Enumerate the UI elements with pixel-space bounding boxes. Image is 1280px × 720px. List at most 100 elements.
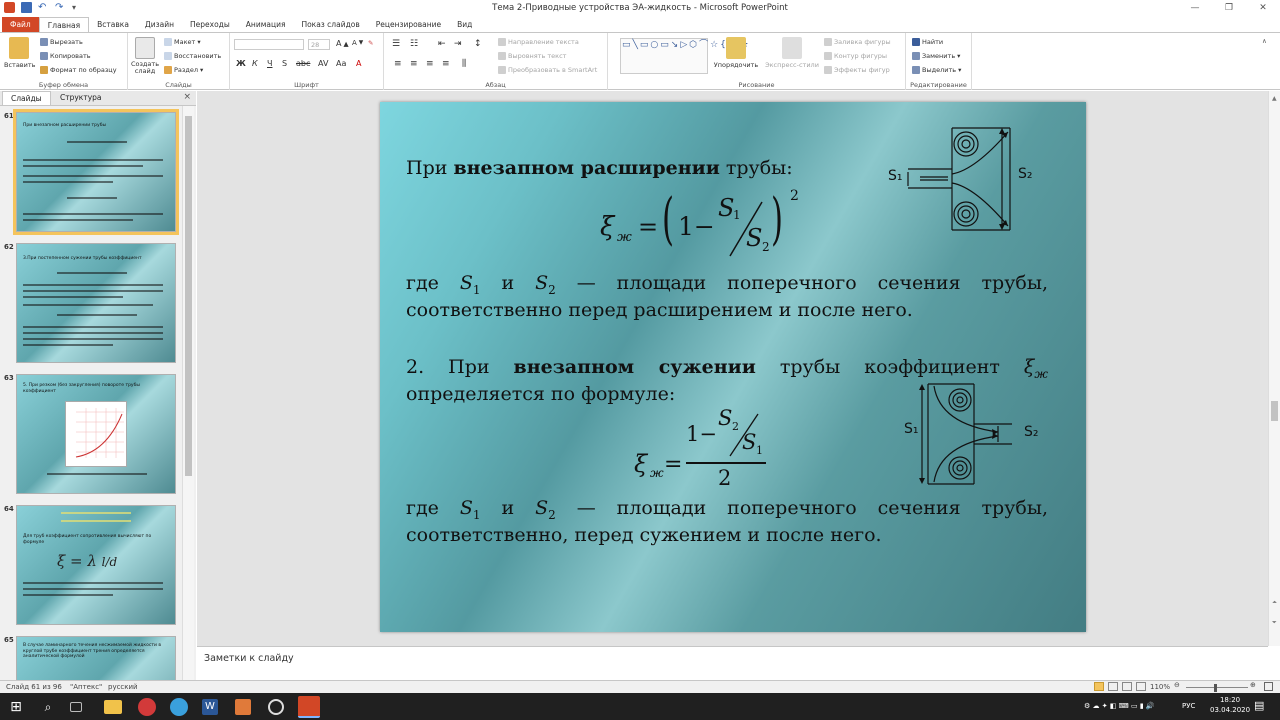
tab-file[interactable]: Файл (2, 17, 39, 32)
format-painter-button[interactable]: Формат по образцу (40, 66, 117, 74)
tab-transitions[interactable]: Переходы (182, 17, 238, 32)
shape-effects-button[interactable]: Эффекты фигур (824, 66, 890, 74)
reading-view-icon[interactable] (1122, 682, 1132, 691)
tab-outline-panel[interactable]: Структура (52, 91, 110, 105)
zoom-level[interactable]: 110% (1150, 683, 1170, 691)
justify-icon[interactable]: ≡ (442, 59, 450, 69)
notes-pane[interactable]: Заметки к слайду (197, 646, 1268, 677)
word-icon[interactable]: W (202, 699, 218, 715)
tab-animation[interactable]: Анимация (238, 17, 294, 32)
tab-slideshow[interactable]: Показ слайдов (293, 17, 367, 32)
zoom-in-icon[interactable]: ⊕ (1250, 681, 1256, 689)
align-left-icon[interactable]: ≡ (394, 59, 402, 69)
zoom-slider-handle[interactable] (1214, 684, 1217, 692)
numbering-icon[interactable]: ☷ (410, 39, 418, 49)
paste-button[interactable]: Вставить (4, 37, 35, 69)
minimize-icon[interactable]: — (1178, 0, 1212, 17)
tab-design[interactable]: Дизайн (137, 17, 182, 32)
slide-sorter-icon[interactable] (1108, 682, 1118, 691)
grow-font-icon[interactable]: A ▲ (336, 39, 349, 48)
browser-icon[interactable] (170, 698, 188, 716)
notification-icon[interactable]: ▤ (1254, 699, 1264, 712)
collapse-ribbon-icon[interactable]: ∧ (1262, 37, 1267, 45)
vivaldi-browser-icon[interactable] (138, 698, 156, 716)
task-view-icon[interactable] (70, 702, 82, 712)
slide-thumbnail[interactable]: При внезапном расширении трубы (13, 109, 179, 235)
slides-panel: 61 При внезапном расширении трубы 62 3.П… (0, 106, 196, 680)
obs-icon[interactable] (268, 699, 284, 715)
shrink-font-icon[interactable]: A ▼ (352, 39, 363, 47)
char-spacing-icon[interactable]: AV (318, 59, 328, 68)
underline-icon[interactable]: Ч (267, 59, 272, 68)
align-text-button[interactable]: Выровнять текст (498, 52, 566, 60)
change-case-icon[interactable]: Aa (336, 59, 346, 68)
slides-panel-scrollbar[interactable] (182, 106, 194, 680)
language-indicator[interactable]: русский (108, 683, 138, 691)
tab-review[interactable]: Рецензирование (368, 17, 449, 32)
shape-outline-button[interactable]: Контур фигуры (824, 52, 887, 60)
scrollbar-thumb[interactable] (185, 116, 192, 476)
tab-home[interactable]: Главная (38, 17, 90, 32)
find-button[interactable]: Найти (912, 38, 943, 46)
quick-styles-button[interactable]: Экспресс-стили (764, 37, 820, 69)
prev-slide-icon[interactable]: ⏶ (1272, 599, 1277, 607)
close-panel-icon[interactable]: × (183, 92, 191, 102)
shapes-gallery[interactable]: ▭╲▭○▭↘▷⬡⌒☆{ }★ (620, 38, 749, 74)
scroll-up-icon[interactable]: ▲ (1272, 95, 1277, 102)
bullets-icon[interactable]: ☰ (392, 39, 400, 49)
fit-slide-icon[interactable] (1264, 682, 1273, 691)
layout-button[interactable]: Макет ▾ (164, 38, 201, 46)
clock[interactable]: 18:20 03.04.2020 (1210, 696, 1250, 714)
powerpoint-taskbar-icon[interactable] (298, 696, 320, 718)
new-slide-button[interactable]: Создать слайд (130, 37, 160, 75)
tab-view[interactable]: Вид (449, 17, 480, 32)
italic-icon[interactable]: К (252, 59, 258, 68)
brush-icon (40, 66, 48, 74)
line-spacing-icon[interactable]: ↕ (474, 39, 482, 49)
decrease-indent-icon[interactable]: ⇤ (438, 39, 446, 49)
arrange-button[interactable]: Упорядочить (712, 37, 760, 69)
slide-canvas[interactable]: При внезапном расширении трубы: ξ ж = ( … (380, 102, 1086, 632)
keyboard-language[interactable]: РУС (1182, 702, 1195, 710)
restore-icon[interactable]: ❐ (1212, 0, 1246, 17)
replace-button[interactable]: Заменить ▾ (912, 52, 960, 60)
font-name-select[interactable] (234, 39, 304, 50)
zoom-out-icon[interactable]: ⊖ (1174, 681, 1180, 689)
slide-thumbnail[interactable]: 3.При постепенном сужении трубы коэффици… (16, 243, 176, 363)
slide-thumbnail[interactable]: Для труб коэффициент сопротивления вычис… (16, 505, 176, 625)
slide-thumbnail[interactable]: В случае ламинарного течения несжимаемой… (16, 636, 176, 680)
align-center-icon[interactable]: ≡ (410, 59, 418, 69)
close-icon[interactable]: ✕ (1246, 0, 1280, 17)
select-button[interactable]: Выделить ▾ (912, 66, 961, 74)
next-slide-icon[interactable]: ⏷ (1272, 619, 1277, 627)
font-size-select[interactable]: 28 (308, 39, 330, 50)
section-button[interactable]: Раздел ▾ (164, 66, 203, 74)
slide-thumbnail[interactable]: 5. При резком (без закругления) повороте… (16, 374, 176, 494)
strikethrough-icon[interactable]: abc (296, 59, 310, 68)
shadow-icon[interactable]: S (282, 59, 287, 68)
bold-icon[interactable]: Ж (236, 59, 246, 68)
font-color-icon[interactable]: A (356, 59, 361, 68)
scrollbar-thumb[interactable] (1271, 401, 1278, 421)
text-direction-button[interactable]: Направление текста (498, 38, 579, 46)
slideshow-view-icon[interactable] (1136, 682, 1146, 691)
copy-button[interactable]: Копировать (40, 52, 91, 60)
slide-editor-scrollbar[interactable]: ▲ ⏶ ⏷ (1268, 91, 1280, 646)
tab-slides-panel[interactable]: Слайды (2, 91, 51, 105)
normal-view-icon[interactable] (1094, 682, 1104, 691)
file-explorer-icon[interactable] (104, 700, 122, 714)
zoom-slider[interactable] (1186, 687, 1248, 688)
shape-fill-button[interactable]: Заливка фигуры (824, 38, 891, 46)
increase-indent-icon[interactable]: ⇥ (454, 39, 462, 49)
tab-insert[interactable]: Вставка (89, 17, 137, 32)
search-icon[interactable]: ⌕ (38, 697, 58, 717)
windows-start-icon[interactable]: ⊞ (6, 697, 26, 717)
clear-format-icon[interactable]: ✎ (368, 39, 373, 47)
cut-button[interactable]: Вырезать (40, 38, 83, 46)
columns-icon[interactable]: ⫼ (462, 59, 466, 69)
app-icon[interactable] (235, 699, 251, 715)
align-right-icon[interactable]: ≡ (426, 59, 434, 69)
reset-button[interactable]: Восстановить (164, 52, 221, 60)
smartart-button[interactable]: Преобразовать в SmartArt (498, 66, 597, 74)
tray-icons[interactable]: ⚙ ☁ ✦ ◧ ⌨ ▭ ▮ 🔊 (1084, 702, 1155, 710)
